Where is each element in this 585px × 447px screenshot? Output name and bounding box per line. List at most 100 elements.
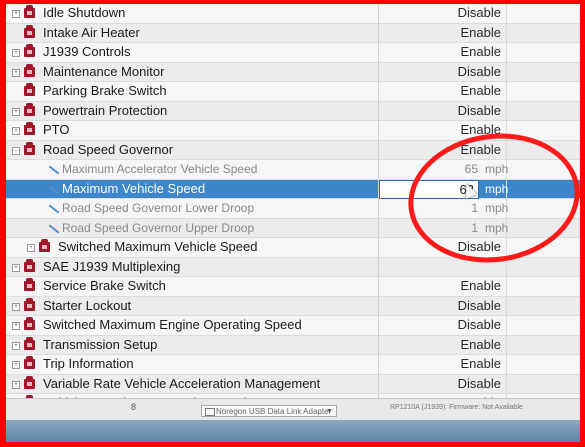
group-row[interactable]: Intake Air Heater Enable bbox=[6, 23, 580, 43]
chevron-down-icon: ▼ bbox=[326, 408, 333, 415]
column-divider bbox=[506, 4, 507, 23]
column-divider bbox=[506, 355, 507, 374]
group-row[interactable]: + J1939 Controls Enable bbox=[6, 43, 580, 63]
folder-icon bbox=[24, 375, 35, 389]
column-divider bbox=[506, 335, 507, 354]
row-label: Switched Maximum Vehicle Speed bbox=[58, 239, 258, 254]
row-label: Starter Lockout bbox=[43, 297, 132, 313]
column-divider bbox=[506, 101, 507, 120]
row-label: Switched Maximum Engine Operating Speed bbox=[43, 317, 302, 332]
row-value[interactable]: Disable bbox=[458, 64, 501, 79]
column-divider bbox=[378, 316, 379, 335]
adapter-number-icon: 8 bbox=[131, 402, 137, 412]
row-value[interactable]: Enable bbox=[461, 83, 501, 98]
column-divider bbox=[378, 238, 379, 257]
row-value[interactable]: Disable bbox=[458, 298, 501, 313]
group-row[interactable]: + Variable Rate Vehicle Acceleration Mana… bbox=[6, 374, 580, 394]
collapse-icon[interactable]: − bbox=[12, 146, 20, 155]
expand-icon[interactable]: + bbox=[12, 107, 20, 116]
row-label: Parking Brake Switch bbox=[43, 83, 167, 98]
row-label: Maximum Vehicle Speed bbox=[62, 180, 206, 196]
column-divider bbox=[378, 355, 379, 374]
row-label: Variable Rate Vehicle Acceleration Manag… bbox=[43, 375, 321, 391]
column-divider bbox=[378, 121, 379, 140]
expand-icon[interactable]: + bbox=[12, 68, 20, 77]
row-value[interactable]: Enable bbox=[461, 44, 501, 59]
folder-icon bbox=[24, 336, 35, 350]
expand-icon[interactable]: + bbox=[12, 49, 20, 57]
row-label: Powertrain Protection bbox=[43, 102, 168, 118]
expand-icon[interactable]: + bbox=[12, 322, 20, 330]
row-label: Transmission Setup bbox=[43, 336, 158, 352]
column-divider bbox=[378, 62, 379, 81]
column-divider bbox=[506, 277, 507, 296]
row-value[interactable]: Enable bbox=[461, 337, 501, 352]
group-row[interactable]: + Idle Shutdown Disable bbox=[6, 4, 580, 24]
row-value[interactable]: Enable bbox=[461, 356, 501, 371]
row-value[interactable]: Disable bbox=[458, 317, 501, 332]
folder-icon bbox=[24, 141, 35, 155]
parameter-icon bbox=[48, 224, 60, 233]
folder-icon bbox=[24, 44, 35, 57]
row-label: J1939 Controls bbox=[43, 44, 131, 59]
group-row[interactable]: + Trip Information Enable bbox=[6, 355, 580, 375]
column-divider bbox=[378, 82, 379, 101]
row-label: Idle Shutdown bbox=[43, 5, 126, 20]
folder-icon bbox=[24, 356, 35, 369]
folder-icon bbox=[39, 239, 50, 252]
expand-icon[interactable]: + bbox=[12, 10, 20, 18]
column-divider bbox=[378, 199, 379, 218]
column-divider bbox=[506, 43, 507, 62]
folder-icon bbox=[24, 24, 35, 38]
folder-icon bbox=[24, 122, 35, 135]
column-divider bbox=[378, 374, 379, 393]
row-label: Road Speed Governor bbox=[43, 141, 174, 157]
column-divider bbox=[378, 277, 379, 296]
row-value[interactable]: Enable bbox=[461, 25, 501, 40]
row-label: PTO bbox=[43, 122, 70, 137]
row-value[interactable]: Disable bbox=[458, 103, 501, 118]
expand-icon[interactable]: + bbox=[12, 380, 20, 389]
group-row[interactable]: + Powertrain Protection Disable bbox=[6, 101, 580, 121]
column-divider bbox=[378, 218, 379, 237]
folder-icon bbox=[24, 102, 35, 116]
group-row[interactable]: + Starter Lockout Disable bbox=[6, 296, 580, 316]
column-divider bbox=[378, 160, 379, 179]
group-row[interactable]: Parking Brake Switch Enable bbox=[6, 82, 580, 102]
column-divider bbox=[378, 101, 379, 120]
group-row[interactable]: + Switched Maximum Engine Operating Speed… bbox=[6, 316, 580, 336]
row-label: Road Speed Governor Upper Droop bbox=[62, 220, 255, 235]
row-value[interactable]: Disable bbox=[458, 5, 501, 20]
column-divider bbox=[378, 296, 379, 315]
expand-icon[interactable]: + bbox=[27, 244, 35, 252]
expand-icon[interactable]: + bbox=[12, 341, 20, 350]
row-label: Maximum Accelerator Vehicle Speed bbox=[62, 162, 258, 176]
group-row[interactable]: Service Brake Switch Enable bbox=[6, 277, 580, 297]
adapter-select[interactable]: Noregon USB Data Link Adapter - ▼ bbox=[201, 405, 337, 428]
column-divider bbox=[506, 62, 507, 81]
column-divider bbox=[378, 43, 379, 62]
group-row[interactable]: + Transmission Setup Enable bbox=[6, 335, 580, 355]
row-label: Service Brake Switch bbox=[43, 278, 166, 293]
folder-icon bbox=[24, 83, 35, 96]
row-value[interactable]: Enable bbox=[461, 278, 501, 293]
expand-icon[interactable]: + bbox=[12, 302, 20, 311]
expand-icon[interactable]: + bbox=[12, 127, 20, 135]
folder-icon bbox=[24, 317, 35, 330]
row-label: Maintenance Monitor bbox=[43, 63, 165, 79]
group-row[interactable]: + Maintenance Monitor Disable bbox=[6, 62, 580, 82]
parameter-icon bbox=[48, 165, 60, 175]
folder-icon bbox=[24, 63, 35, 77]
row-value[interactable]: Disable bbox=[458, 376, 501, 391]
expand-icon[interactable]: + bbox=[12, 263, 20, 272]
folder-icon bbox=[24, 258, 35, 272]
expand-icon[interactable]: + bbox=[12, 361, 20, 369]
folder-icon bbox=[24, 5, 35, 18]
column-divider bbox=[506, 82, 507, 101]
column-divider bbox=[506, 316, 507, 335]
row-label: Road Speed Governor Lower Droop bbox=[62, 201, 255, 215]
folder-icon bbox=[24, 278, 35, 291]
column-divider bbox=[378, 4, 379, 23]
parameter-icon bbox=[48, 204, 60, 214]
column-divider bbox=[378, 335, 379, 354]
